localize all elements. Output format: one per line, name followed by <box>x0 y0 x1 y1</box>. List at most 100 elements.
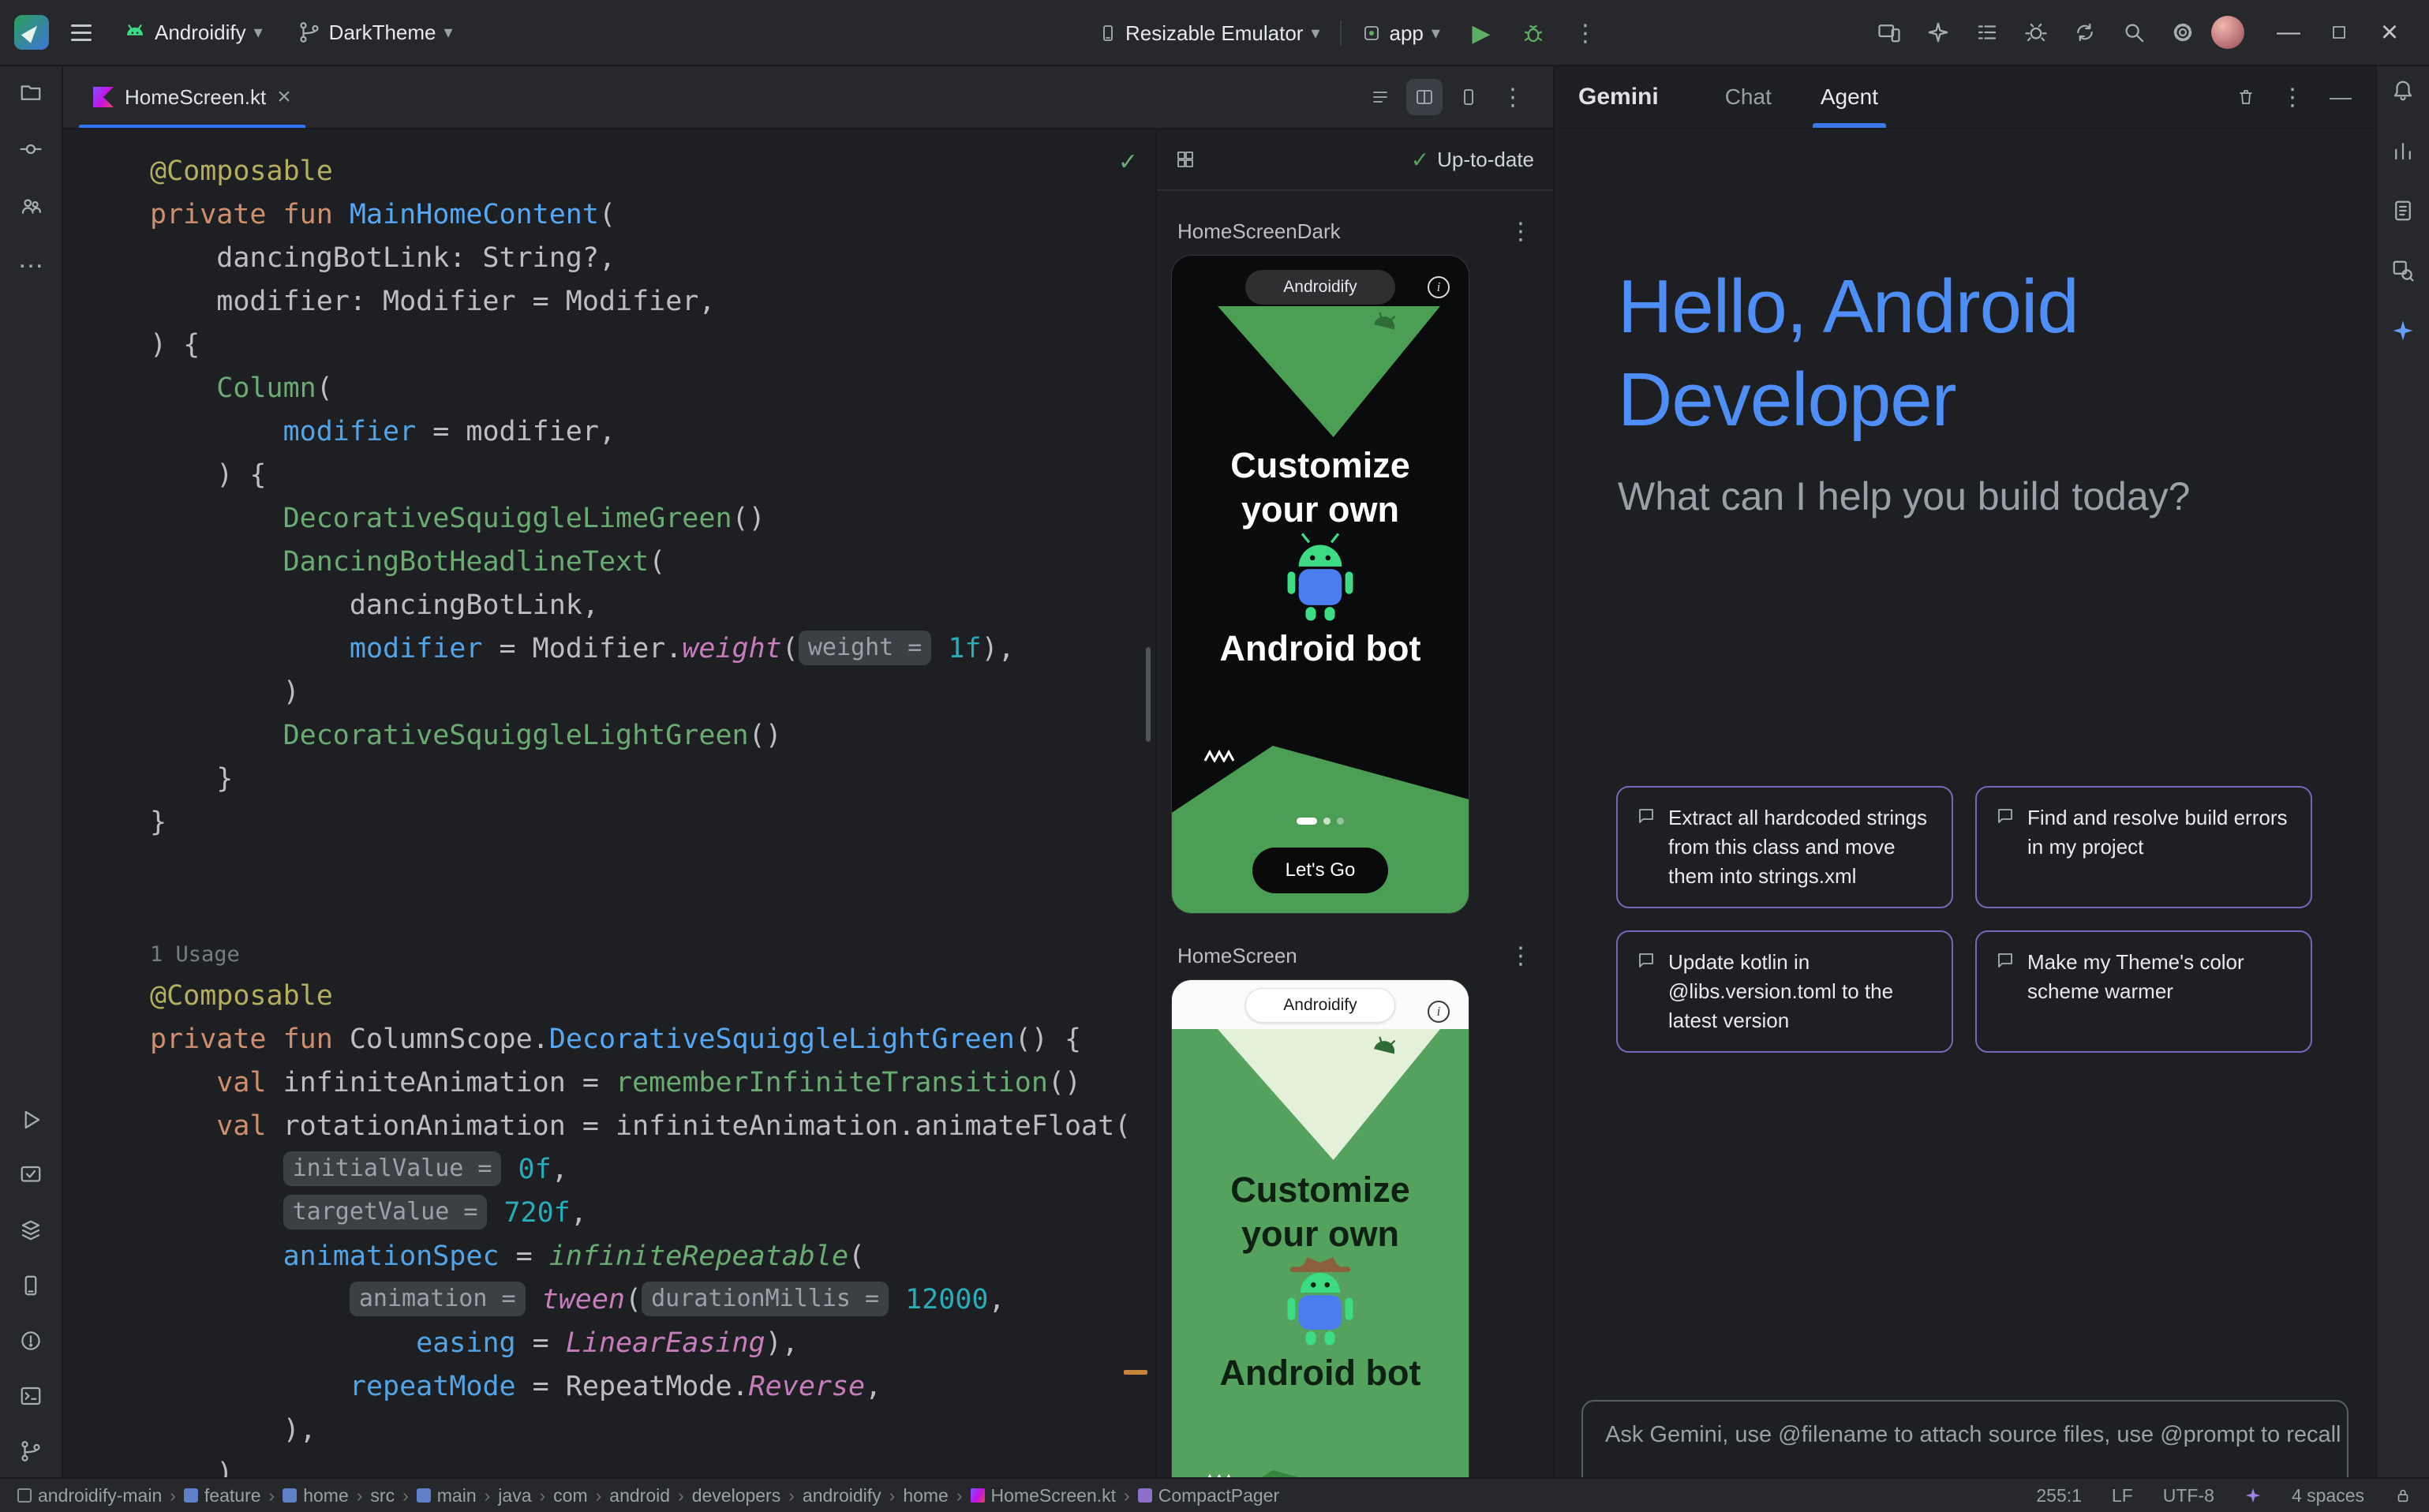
decorative-triangle <box>1218 1029 1440 1160</box>
notifications-bell-icon[interactable] <box>2391 79 2415 103</box>
kotlin-file-icon <box>93 87 114 107</box>
run-tool-icon[interactable] <box>19 1108 43 1132</box>
module-icon <box>17 1488 32 1503</box>
device-selector[interactable]: Resizable Emulator ▾ <box>1089 15 1329 52</box>
ai-debug-icon[interactable] <box>2015 12 2057 53</box>
breadcrumb-item[interactable]: androidify-main <box>17 1485 162 1506</box>
project-tool-icon[interactable] <box>19 80 43 104</box>
breadcrumb-item[interactable]: feature <box>184 1485 261 1506</box>
folder-icon <box>283 1488 297 1503</box>
editor-options-kebab[interactable]: ⋮ <box>1495 79 1531 115</box>
tab-chat[interactable]: Chat <box>1725 66 1772 128</box>
ui-check-tool-icon[interactable] <box>19 1163 43 1187</box>
design-view-icon[interactable] <box>1450 79 1487 115</box>
device-manager-tool-icon[interactable] <box>19 1274 43 1297</box>
gemini-tool-icon[interactable] <box>2391 319 2415 342</box>
more-tool-windows-icon[interactable]: … <box>17 251 44 267</box>
breadcrumb-item[interactable]: main <box>417 1485 477 1506</box>
breadcrumb-item[interactable]: home <box>903 1485 949 1506</box>
preview-homescreen[interactable]: Androidify i Customize your own Android … <box>1171 979 1469 1477</box>
close-button[interactable]: × <box>2364 0 2415 65</box>
breadcrumb-item[interactable]: android <box>609 1485 670 1506</box>
run-config-selector[interactable]: app ▾ <box>1353 15 1449 52</box>
preview-homescreendark[interactable]: Androidify i Customize your own Android … <box>1171 255 1469 914</box>
build-tool-icon[interactable] <box>19 1218 43 1242</box>
minimize-button[interactable]: — <box>2263 0 2314 65</box>
vcs-branch-selector[interactable]: DarkTheme ▾ <box>288 14 462 51</box>
breadcrumb-item[interactable]: CompactPager <box>1138 1485 1279 1506</box>
trash-icon[interactable] <box>2236 88 2255 107</box>
indent-setting[interactable]: 4 spaces <box>2292 1485 2364 1506</box>
code-line: initialValue = 0f, <box>150 1148 1131 1192</box>
tab-homescreen-kt[interactable]: HomeScreen.kt × <box>73 66 312 128</box>
code-line: val rotationAnimation = infiniteAnimatio… <box>150 1105 1131 1148</box>
function-icon <box>1138 1488 1152 1503</box>
main-menu-button[interactable] <box>65 18 98 47</box>
suggestion-card[interactable]: Extract all hardcoded strings from this … <box>1616 786 1953 908</box>
lets-go-button[interactable]: Let's Go <box>1252 848 1388 893</box>
line-ending[interactable]: LF <box>2112 1485 2133 1506</box>
preview-options-kebab[interactable]: ⋮ <box>1509 218 1533 245</box>
chat-bubble-icon <box>1637 951 1656 970</box>
gemini-panel: Gemini Chat Agent ⋮ — Hello, Android Dev… <box>1553 66 2375 1477</box>
maximize-button[interactable] <box>2314 0 2364 65</box>
split-view-icon[interactable] <box>1406 79 1443 115</box>
run-button[interactable]: ▶ <box>1461 13 1502 54</box>
tab-agent[interactable]: Agent <box>1821 66 1878 128</box>
layout-inspector-tool-icon[interactable] <box>2391 259 2415 283</box>
commit-tool-icon[interactable] <box>19 137 43 161</box>
breadcrumb-item[interactable]: com <box>553 1485 587 1506</box>
code-line: private fun ColumnScope.DecorativeSquigg… <box>150 1018 1131 1061</box>
breadcrumb-item[interactable]: home <box>283 1485 349 1506</box>
tab-close-icon[interactable]: × <box>277 84 291 110</box>
chevron-down-icon: ▾ <box>1311 23 1319 43</box>
collaboration-tool-icon[interactable] <box>19 194 43 218</box>
code-line: animation = tween(durationMillis = 12000… <box>150 1278 1131 1322</box>
settings-gear-icon[interactable] <box>2162 12 2203 53</box>
search-icon[interactable] <box>2113 12 2154 53</box>
branch-name: DarkTheme <box>329 21 436 45</box>
suggestion-cards: Extract all hardcoded strings from this … <box>1616 786 2312 1053</box>
breadcrumb-item[interactable]: java <box>498 1485 531 1506</box>
breadcrumb-item[interactable]: HomeScreen.kt <box>971 1485 1117 1506</box>
suggestion-card[interactable]: Make my Theme's color scheme warmer <box>1975 930 2312 1053</box>
more-actions-button[interactable]: ⋮ <box>1565 13 1606 54</box>
profiler-tool-icon[interactable] <box>2391 139 2415 163</box>
code-line: private fun MainHomeContent( <box>150 193 1131 237</box>
breadcrumb-item[interactable]: developers <box>692 1485 781 1506</box>
version-control-tool-icon[interactable] <box>19 1439 43 1463</box>
breadcrumb-separator: › <box>357 1485 363 1506</box>
gallery-view-icon[interactable] <box>1176 150 1195 169</box>
inspections-ok-icon[interactable]: ✓ <box>1118 148 1138 176</box>
caret-position[interactable]: 255:1 <box>2036 1485 2082 1506</box>
problems-tool-icon[interactable] <box>19 1329 43 1353</box>
breadcrumb-item[interactable]: androidify <box>803 1485 881 1506</box>
suggestion-card[interactable]: Update kotlin in @libs.version.toml to t… <box>1616 930 1953 1053</box>
project-selector[interactable]: Androidify ▾ <box>114 14 272 51</box>
code-line: easing = LinearEasing), <box>150 1322 1131 1365</box>
gemini-toolbar-icon[interactable] <box>1918 12 1959 53</box>
file-encoding[interactable]: UTF-8 <box>2163 1485 2214 1506</box>
device-mirroring-icon[interactable] <box>1869 12 1910 53</box>
code-view-icon[interactable] <box>1362 79 1398 115</box>
terminal-tool-icon[interactable] <box>19 1384 43 1408</box>
suggestion-card[interactable]: Find and resolve build errors in my proj… <box>1975 786 2312 908</box>
sync-icon[interactable] <box>2064 12 2105 53</box>
folder-icon <box>184 1488 198 1503</box>
preview-list: HomeScreenDark ⋮ Androidify i Customize … <box>1157 191 1553 1477</box>
ai-spark-icon[interactable] <box>2244 1487 2262 1504</box>
editor-scrollbar[interactable] <box>1146 647 1151 742</box>
code-editor[interactable]: @Composableprivate fun MainHomeContent( … <box>63 129 1155 1477</box>
gemini-options-kebab[interactable]: ⋮ <box>2281 84 2304 111</box>
page-indicator <box>1172 818 1469 825</box>
lock-icon[interactable] <box>2394 1487 2412 1504</box>
app-name-pill: Androidify <box>1245 270 1395 305</box>
task-list-icon[interactable] <box>1967 12 2008 53</box>
preview-options-kebab[interactable]: ⋮ <box>1509 942 1533 970</box>
warning-stripe-mark[interactable] <box>1124 1370 1147 1375</box>
debug-button[interactable] <box>1513 13 1554 54</box>
breadcrumb-item[interactable]: src <box>370 1485 395 1506</box>
logcat-tool-icon[interactable] <box>2391 199 2415 223</box>
user-avatar[interactable] <box>2211 16 2244 49</box>
hide-panel-button[interactable]: — <box>2330 84 2352 110</box>
